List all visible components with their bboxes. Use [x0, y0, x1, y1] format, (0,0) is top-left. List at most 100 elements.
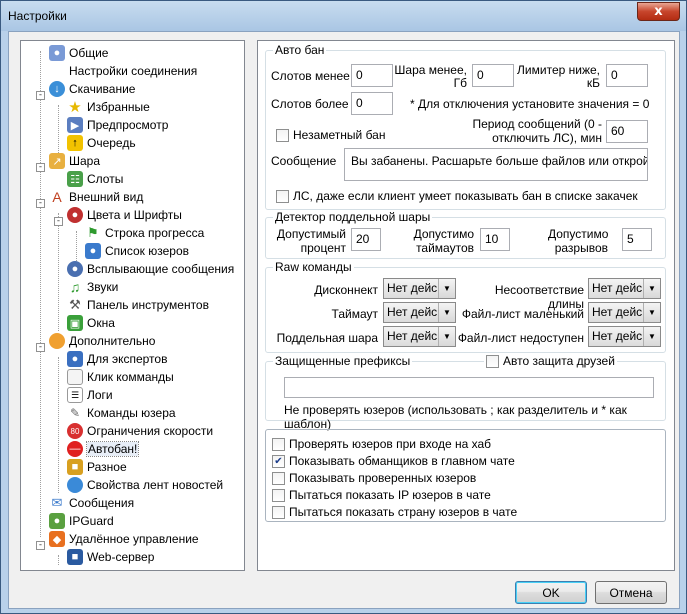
star-icon: ★	[68, 99, 82, 116]
dialog-client: - - - - - - ● Общие Настройки соединения…	[8, 31, 680, 609]
auto-protect-box[interactable]	[486, 354, 499, 368]
tree-item-general[interactable]: ● Общие	[49, 44, 108, 62]
stealth-ban-checkbox[interactable]: Незаметный бан	[276, 128, 385, 142]
tree-item-download[interactable]: ↓ Скачивание	[49, 80, 135, 98]
tree-item-experts[interactable]: ● Для экспертов	[67, 350, 167, 368]
message-input[interactable]: Вы забанены. Расшарьте больше файлов или…	[344, 148, 648, 181]
show-country-checkbox[interactable]: Пытаться показать страну юзеров в чате	[272, 505, 517, 519]
prefixes-group: Защищенные префиксы Авто защита друзей Н…	[265, 354, 666, 431]
prefixes-hint: Не проверять юзеров (использовать ; как …	[284, 403, 627, 431]
check-users-on-join-checkbox[interactable]: Проверять юзеров при входе на хаб	[272, 437, 491, 451]
show-cheaters-checkbox[interactable]: ✔ Показывать обманщиков в главном чате	[272, 454, 515, 468]
settings-tree[interactable]: - - - - - - ● Общие Настройки соединения…	[20, 40, 245, 571]
click-command-icon	[67, 369, 83, 385]
tree-item-misc[interactable]: ■ Разное	[67, 458, 127, 476]
chevron-down-icon: ▼	[438, 279, 455, 298]
chevron-down-icon: ▼	[438, 303, 455, 322]
raw-fake-share-label: Поддельная шара	[276, 331, 378, 345]
windows-icon: ▣	[67, 315, 83, 331]
auto-protect-checkbox[interactable]: Авто защита друзей	[484, 354, 617, 368]
tree-item-colors-fonts[interactable]: ● Цвета и Шрифты	[67, 206, 182, 224]
raw-timeout-label: Таймаут	[331, 307, 378, 321]
sound-icon: ♫	[69, 279, 81, 295]
messages-icon: ✉	[51, 495, 63, 510]
option-box[interactable]	[272, 471, 285, 485]
close-icon: x	[654, 4, 663, 19]
tree-item-user-commands[interactable]: ✎ Команды юзера	[67, 404, 176, 422]
tree-item-webserver[interactable]: ■ Web-сервер	[67, 548, 154, 566]
percent-label-2: процент	[300, 241, 346, 255]
fake-share-title: Детектор поддельной шары	[273, 210, 433, 224]
tree-item-click-commands[interactable]: Клик комманды	[67, 368, 174, 386]
cancel-button[interactable]: Отмена	[595, 581, 667, 604]
tree-item-ipguard[interactable]: ● IPGuard	[49, 512, 114, 530]
raw-length-mismatch-select[interactable]: Нет действия▼	[588, 278, 661, 299]
slots-less-input[interactable]: 0	[351, 64, 393, 87]
chevron-down-icon: ▼	[438, 327, 455, 346]
option-box[interactable]	[272, 488, 285, 502]
option-box[interactable]	[272, 505, 285, 519]
tree-item-user-list[interactable]: ● Список юзеров	[85, 242, 189, 260]
tree-item-logs[interactable]: ☰ Логи	[67, 386, 113, 404]
stealth-ban-box[interactable]	[276, 128, 289, 142]
tree-item-favorites[interactable]: ★ Избранные	[67, 98, 150, 116]
tree-item-connection[interactable]: Настройки соединения	[49, 62, 197, 80]
percent-input[interactable]: 20	[351, 228, 381, 251]
share-less-label: Шара менее,	[394, 63, 467, 77]
tree-item-preview[interactable]: ▶ Предпросмотр	[67, 116, 168, 134]
user-commands-icon: ✎	[69, 406, 81, 420]
ok-button[interactable]: OK	[515, 581, 587, 604]
period-input[interactable]: 60	[606, 120, 648, 143]
pm-box[interactable]	[276, 189, 289, 203]
tree-item-messages[interactable]: ✉ Сообщения	[49, 494, 135, 512]
disconnects-input[interactable]: 5	[622, 228, 652, 251]
chevron-down-icon: ▼	[643, 303, 660, 322]
slots-more-input[interactable]: 0	[351, 92, 393, 115]
tree-item-remote[interactable]: ◆ Удалённое управление	[49, 530, 199, 548]
option-box[interactable]	[272, 437, 285, 451]
tree-item-rss[interactable]: Свойства лент новостей	[67, 476, 223, 494]
tree-item-slots[interactable]: ☷ Слоты	[67, 170, 123, 188]
raw-disconnect-select[interactable]: Нет действия▼	[383, 278, 456, 299]
prefixes-input[interactable]	[284, 377, 654, 398]
tree-item-windows[interactable]: ▣ Окна	[67, 314, 115, 332]
close-button[interactable]: x	[637, 2, 680, 21]
checkmark-icon[interactable]: ✔	[272, 454, 285, 468]
show-checked-users-checkbox[interactable]: Показывать проверенных юзеров	[272, 471, 476, 485]
slots-less-label: Слотов менее	[271, 69, 350, 83]
timeouts-input[interactable]: 10	[480, 228, 510, 251]
queue-icon: ↑	[67, 135, 83, 151]
expert-icon: ●	[67, 351, 83, 367]
globe-icon	[67, 477, 83, 493]
progress-flag-icon: ⚑	[87, 225, 99, 240]
speed-limit-icon: 80	[67, 423, 83, 439]
tree-item-queue[interactable]: ↑ Очередь	[67, 134, 136, 152]
chevron-down-icon: ▼	[643, 327, 660, 346]
tree-item-speed-limits[interactable]: 80 Ограничения скорости	[67, 422, 213, 440]
raw-fake-share-select[interactable]: Нет действия▼	[383, 326, 456, 347]
tree-item-popups[interactable]: ● Всплывающие сообщения	[67, 260, 234, 278]
raw-filelist-small-select[interactable]: Нет действия▼	[588, 302, 661, 323]
share-less-input[interactable]: 0	[472, 64, 514, 87]
limiter-unit: кБ	[586, 76, 600, 90]
tree-item-progress-bar[interactable]: ⚑ Строка прогресса	[85, 224, 204, 242]
tree-item-sounds[interactable]: ♫ Звуки	[67, 278, 119, 296]
pm-checkbox[interactable]: ЛС, даже если клиент умеет показывать ба…	[276, 189, 638, 203]
tree-item-autoban[interactable]: — Автобан!	[67, 440, 140, 458]
limiter-input[interactable]: 0	[606, 64, 648, 87]
tree-item-advanced[interactable]: Дополнительно	[49, 332, 155, 350]
raw-timeout-select[interactable]: Нет действия▼	[383, 302, 456, 323]
tree-item-appearance[interactable]: A Внешний вид	[49, 188, 143, 206]
prefixes-title: Защищенные префиксы	[273, 354, 413, 368]
limiter-label: Лимитер ниже,	[517, 63, 600, 77]
tree-item-share[interactable]: ↗ Шара	[49, 152, 100, 170]
tree-item-toolbar[interactable]: ⚒ Панель инструментов	[67, 296, 209, 314]
show-ip-checkbox[interactable]: Пытаться показать IP юзеров в чате	[272, 488, 491, 502]
raw-filelist-small-label: Файл-лист маленький	[461, 307, 584, 321]
popup-icon: ●	[67, 261, 83, 277]
raw-group: Raw команды Дисконнект Нет действия▼ Нес…	[265, 260, 666, 353]
lock-icon: ■	[67, 459, 83, 475]
raw-filelist-unavailable-select[interactable]: Нет действия▼	[588, 326, 661, 347]
tools-icon: ⚒	[69, 297, 81, 312]
title-bar[interactable]: Настройки x	[1, 1, 686, 31]
